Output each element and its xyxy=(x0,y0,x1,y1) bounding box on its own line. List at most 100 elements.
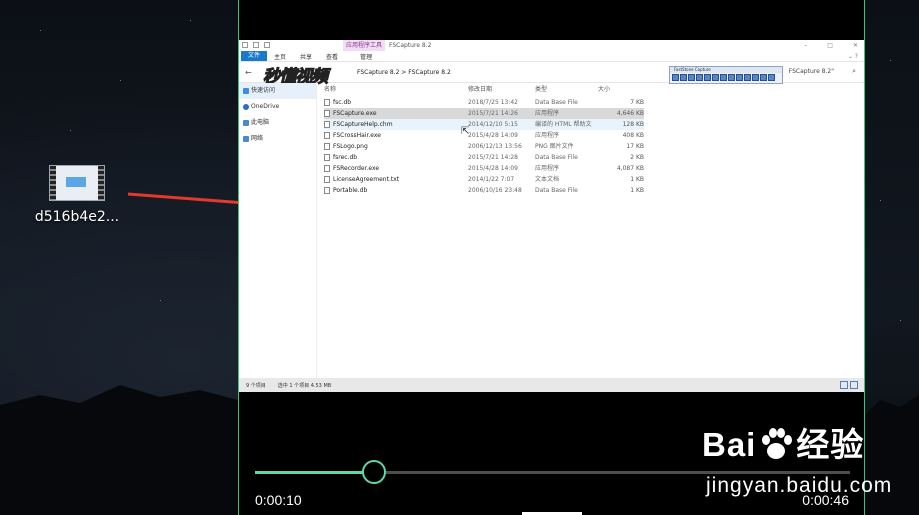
file-type: Data Base File xyxy=(535,154,578,161)
cloud-icon xyxy=(243,104,249,110)
file-icon xyxy=(324,110,330,117)
file-icon xyxy=(324,165,330,172)
file-date: 2018/7/25 13:42 xyxy=(468,99,518,106)
mouse-cursor-icon: ⇱ xyxy=(461,126,470,137)
file-type: 应用程序 xyxy=(535,132,560,139)
view-toggle xyxy=(840,381,858,389)
video-file-icon xyxy=(49,165,105,201)
window-title: FSCapture 8.2 xyxy=(389,42,432,49)
star xyxy=(900,320,901,321)
paw-icon xyxy=(762,428,793,459)
navigation-pane: 快速访问 OneDrive 此电脑 网络 xyxy=(239,83,317,378)
file-icon xyxy=(324,176,330,183)
file-name: FSRecorder.exe xyxy=(324,163,468,174)
file-row[interactable]: FSCapture.exe 2015/7/21 14:26 应用程序 4,646 KB xyxy=(324,108,644,119)
progress-handle[interactable] xyxy=(362,460,386,484)
star xyxy=(190,20,191,21)
file-size: 2 KB xyxy=(630,154,644,161)
file-type: PNG 图片文件 xyxy=(535,143,574,150)
close-icon: ✕ xyxy=(852,42,858,49)
file-date: 2015/7/21 14:28 xyxy=(468,154,518,161)
file-row[interactable]: LicenseAgreement.txt 2014/1/22 7:07 文本文档 1 … xyxy=(324,174,644,185)
file-icon xyxy=(324,187,330,194)
file-date: 2006/10/16 23:48 xyxy=(468,187,522,194)
baidu-jingyan-watermark: Bai 经验 jingyan.baidu.com xyxy=(702,418,892,498)
file-name: fsrec.db xyxy=(324,152,468,163)
maximize-icon: □ xyxy=(827,42,833,49)
file-list: 名称 修改日期 类型 大小 fsc.db 2018/7/25 13:42 Data … xyxy=(324,83,644,196)
desktop-video-file[interactable]: d516b4e2... xyxy=(32,165,122,225)
file-date: 2014/12/10 5:15 xyxy=(468,121,518,128)
file-row[interactable]: fsrec.db 2015/7/21 14:28 Data Base File 2 K… xyxy=(324,152,644,163)
file-type: 编译的 HTML 帮助文 xyxy=(535,121,592,128)
file-name: FSCrossHair.exe xyxy=(324,130,468,141)
file-row[interactable]: FSRecorder.exe 2015/4/28 14:09 应用程序 4,087 K… xyxy=(324,163,644,174)
file-size: 17 KB xyxy=(626,143,644,150)
col-type: 类型 xyxy=(535,86,548,93)
explorer-titlebar: 应用程序工具 FSCapture 8.2 – □ ✕ xyxy=(239,40,864,51)
star xyxy=(70,130,71,131)
file-name: Portable.db xyxy=(324,185,468,196)
file-size: 408 KB xyxy=(622,132,644,139)
file-row[interactable]: FSCrossHair.exe 2015/4/28 14:09 应用程序 408 KB xyxy=(324,130,644,141)
nav-onedrive: OneDrive xyxy=(239,99,316,115)
status-item-count: 9 个项目 xyxy=(246,382,266,389)
help-icon: ⌄ ? xyxy=(847,52,858,60)
computer-icon xyxy=(243,120,249,126)
file-row[interactable]: fsc.db 2018/7/25 13:42 Data Base File 7 KB xyxy=(324,97,644,108)
current-time: 0:00:10 xyxy=(255,492,302,508)
file-row[interactable]: FSCaptureHelp.chm 2014/12/10 5:15 编译的 HTML… xyxy=(324,119,644,130)
tiles-view-icon xyxy=(850,381,858,389)
star xyxy=(160,300,161,301)
menu-file: 文件 xyxy=(241,51,268,61)
file-list-header: 名称 修改日期 类型 大小 xyxy=(324,83,644,97)
back-arrow-icon: ← xyxy=(245,68,252,77)
file-date: 2006/12/13 13:56 xyxy=(468,143,522,150)
menu-manage: 管理 xyxy=(360,53,373,61)
file-type: Data Base File xyxy=(535,187,578,194)
file-icon xyxy=(324,121,330,128)
file-type: 应用程序 xyxy=(535,110,560,117)
status-bar: 9 个项目 选中 1 个项目 4.53 MB xyxy=(239,378,864,392)
quick-access-toolbar xyxy=(242,42,270,48)
file-type: Data Base File xyxy=(535,99,578,106)
col-size: 大小 xyxy=(598,86,611,93)
file-name: LicenseAgreement.txt xyxy=(324,174,468,185)
file-row[interactable]: FSLogo.png 2006/12/13 13:56 PNG 图片文件 17 KB xyxy=(324,141,644,152)
file-name: fsc.db xyxy=(324,97,468,108)
file-icon xyxy=(324,143,330,150)
file-size: 1 KB xyxy=(630,187,644,194)
star xyxy=(890,60,891,61)
file-type: 应用程序 xyxy=(535,165,560,172)
file-name: FSLogo.png xyxy=(324,141,468,152)
file-icon xyxy=(324,132,330,139)
file-size: 7 KB xyxy=(630,99,644,106)
faststone-buttons xyxy=(670,73,782,82)
file-size: 128 KB xyxy=(622,121,644,128)
file-size: 4,087 KB xyxy=(616,165,644,172)
file-name: FSCapture.exe xyxy=(324,108,468,119)
nav-network: 网络 xyxy=(239,131,316,147)
file-name: FSCaptureHelp.chm xyxy=(324,119,468,130)
file-date: 2015/7/21 14:26 xyxy=(468,110,518,117)
file-size: 4,646 KB xyxy=(616,110,644,117)
file-row[interactable]: Portable.db 2006/10/16 23:48 Data Base Fil… xyxy=(324,185,644,196)
star xyxy=(880,200,881,201)
minimize-icon: – xyxy=(804,42,808,49)
col-date: 修改日期 xyxy=(468,86,493,93)
desktop-file-label: d516b4e2... xyxy=(34,209,120,225)
col-name: 名称 xyxy=(324,86,337,93)
star xyxy=(40,30,41,31)
file-type: 文本文档 xyxy=(535,176,560,183)
faststone-capture-toolbar: FastStone Capture xyxy=(669,66,783,84)
app-tools-tab: 应用程序工具 xyxy=(343,40,386,51)
file-icon xyxy=(324,99,330,106)
search-box: FSCapture 8.2" xyxy=(788,68,834,75)
file-size: 1 KB xyxy=(630,176,644,183)
star-icon xyxy=(243,88,249,94)
baidu-brand: Bai 经验 xyxy=(702,426,865,463)
search-icon: ⌕ xyxy=(852,67,856,75)
network-icon xyxy=(243,136,249,142)
file-date: 2015/4/28 14:09 xyxy=(468,165,518,172)
video-frame: 应用程序工具 FSCapture 8.2 – □ ✕ 文件 主页 共享 查看 管… xyxy=(239,40,864,392)
